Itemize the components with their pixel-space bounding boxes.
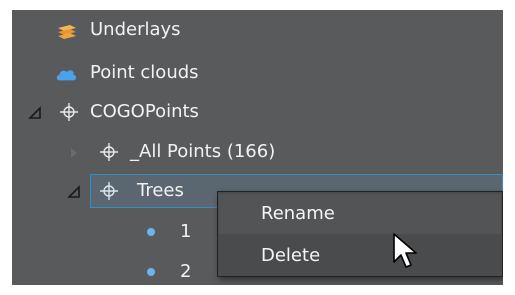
crosshair-icon	[100, 143, 118, 161]
tree-item-point-clouds[interactable]: Point clouds	[12, 55, 503, 91]
point-dot-icon	[147, 228, 155, 236]
window-frame: Underlays Point clouds COGOPoints _All P…	[0, 0, 515, 295]
crosshair-icon	[100, 182, 118, 200]
collapse-arrow-icon[interactable]	[28, 106, 42, 120]
tree-item-label: Trees	[137, 180, 184, 201]
cloud-icon	[56, 70, 77, 81]
mouse-pointer-icon	[393, 233, 417, 268]
menu-item-label: Rename	[261, 203, 335, 224]
tree-item-label: COGOPoints	[90, 101, 199, 122]
menu-item-label: Delete	[261, 245, 321, 266]
tree-item-label: 1	[180, 221, 192, 242]
point-dot-icon	[147, 268, 155, 276]
crosshair-icon	[60, 103, 78, 121]
context-menu: Rename Delete	[217, 191, 503, 277]
tree-item-label: 2	[180, 261, 192, 282]
collapse-arrow-icon[interactable]	[67, 185, 81, 199]
tree-item-underlays[interactable]: Underlays	[12, 12, 503, 48]
tree-panel: Underlays Point clouds COGOPoints _All P…	[12, 10, 503, 285]
underlays-layers-icon	[58, 25, 76, 39]
tree-item-label: Point clouds	[90, 62, 199, 83]
tree-item-label: _All Points (166)	[130, 141, 276, 162]
menu-item-rename[interactable]: Rename	[219, 194, 501, 234]
tree-item-label: Underlays	[90, 19, 181, 40]
expand-arrow-icon[interactable]	[67, 146, 81, 160]
tree-item-all-points[interactable]: _All Points (166)	[12, 134, 503, 170]
menu-item-delete[interactable]: Delete	[219, 236, 501, 276]
tree-item-cogopoints[interactable]: COGOPoints	[12, 94, 503, 130]
